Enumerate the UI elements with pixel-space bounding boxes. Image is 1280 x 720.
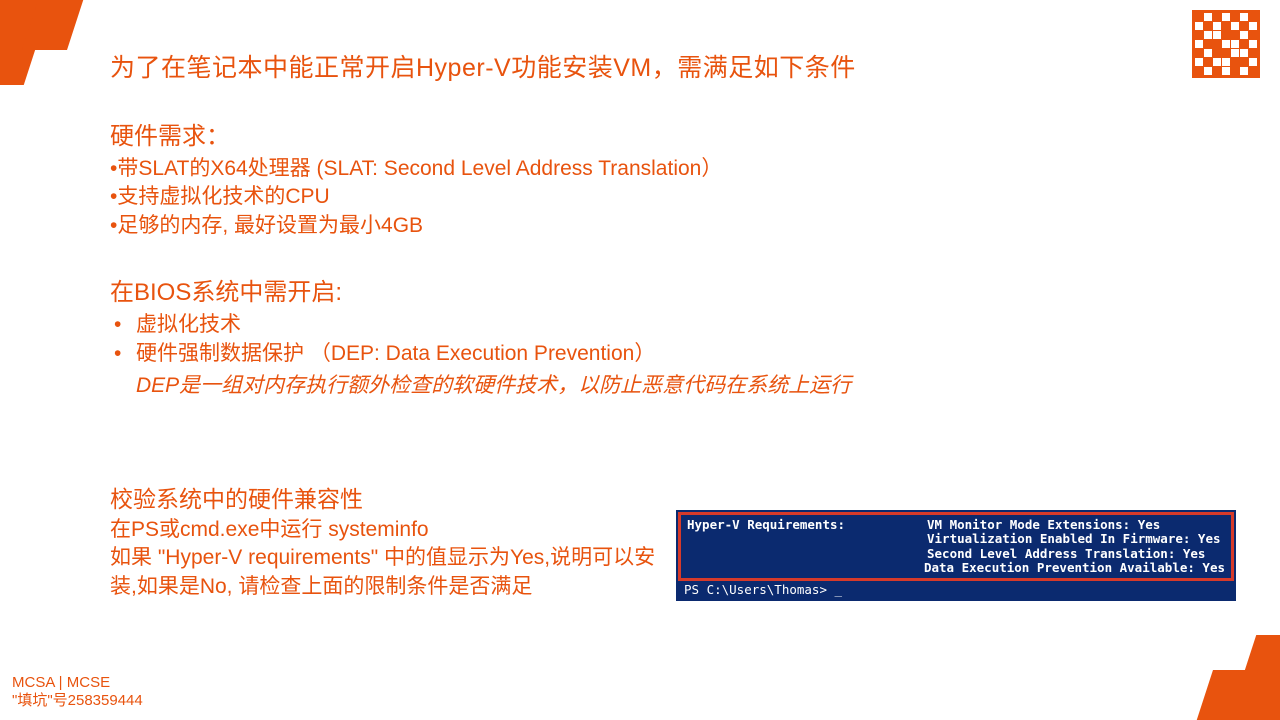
highlight-box: Hyper-V Requirements:VM Monitor Mode Ext… — [678, 512, 1234, 581]
slide-title: 为了在笔记本中能正常开启Hyper-V功能安装VM，需满足如下条件 — [110, 48, 1170, 84]
bios-list: 虚拟化技术 硬件强制数据保护 （DEP: Data Execution Prev… — [110, 311, 1170, 369]
hw-bullet-3: •足够的内存, 最好设置为最小4GB — [110, 212, 1170, 240]
systeminfo-command: systeminfo — [328, 518, 428, 541]
verify-line-1a: 在PS或cmd.exe中运行 — [110, 518, 328, 541]
bios-heading: 在BIOS系统中需开启: — [110, 272, 1170, 307]
dep-note: DEP是一组对内存执行额外检查的软硬件技术，以防止恶意代码在系统上运行 — [110, 369, 1170, 399]
verify-heading: 校验系统中的硬件兼容性 — [110, 480, 670, 514]
corner-decoration-top — [0, 0, 95, 85]
hw-bullet-2: •支持虚拟化技术的CPU — [110, 183, 1170, 211]
term-prompt: PS C:\Users\Thomas> _ — [676, 581, 1236, 597]
hardware-heading: 硬件需求： — [110, 116, 1170, 151]
verify-line-2: 如果 "Hyper-V requirements" 中的值显示为Yes,说明可以… — [110, 544, 670, 601]
verify-line-1: 在PS或cmd.exe中运行 systeminfo — [110, 516, 670, 544]
bios-bullet-2: 硬件强制数据保护 （DEP: Data Execution Prevention… — [110, 340, 1170, 369]
term-label: Hyper-V Requirements: — [687, 518, 927, 532]
footer-line-2: "填坑"号258359444 — [12, 692, 143, 710]
term-row-1: VM Monitor Mode Extensions: Yes — [927, 518, 1160, 532]
main-content: 为了在笔记本中能正常开启Hyper-V功能安装VM，需满足如下条件 硬件需求： … — [110, 48, 1170, 399]
footer-line-1: MCSA | MCSE — [12, 674, 143, 692]
footer: MCSA | MCSE "填坑"号258359444 — [12, 674, 143, 710]
term-row-4: Data Execution Prevention Available: Yes — [924, 561, 1225, 575]
hw-bullet-1: •带SLAT的X64处理器 (SLAT: Second Level Addres… — [110, 155, 1170, 183]
bios-bullet-1: 虚拟化技术 — [110, 311, 1170, 340]
verify-block: 校验系统中的硬件兼容性 在PS或cmd.exe中运行 systeminfo 如果… — [110, 480, 670, 601]
terminal-screenshot: Hyper-V Requirements:VM Monitor Mode Ext… — [676, 510, 1236, 601]
qr-code-icon — [1192, 10, 1260, 78]
corner-decoration-bottom — [1185, 635, 1280, 720]
term-row-2: Virtualization Enabled In Firmware: Yes — [927, 532, 1221, 546]
term-row-3: Second Level Address Translation: Yes — [927, 547, 1205, 561]
